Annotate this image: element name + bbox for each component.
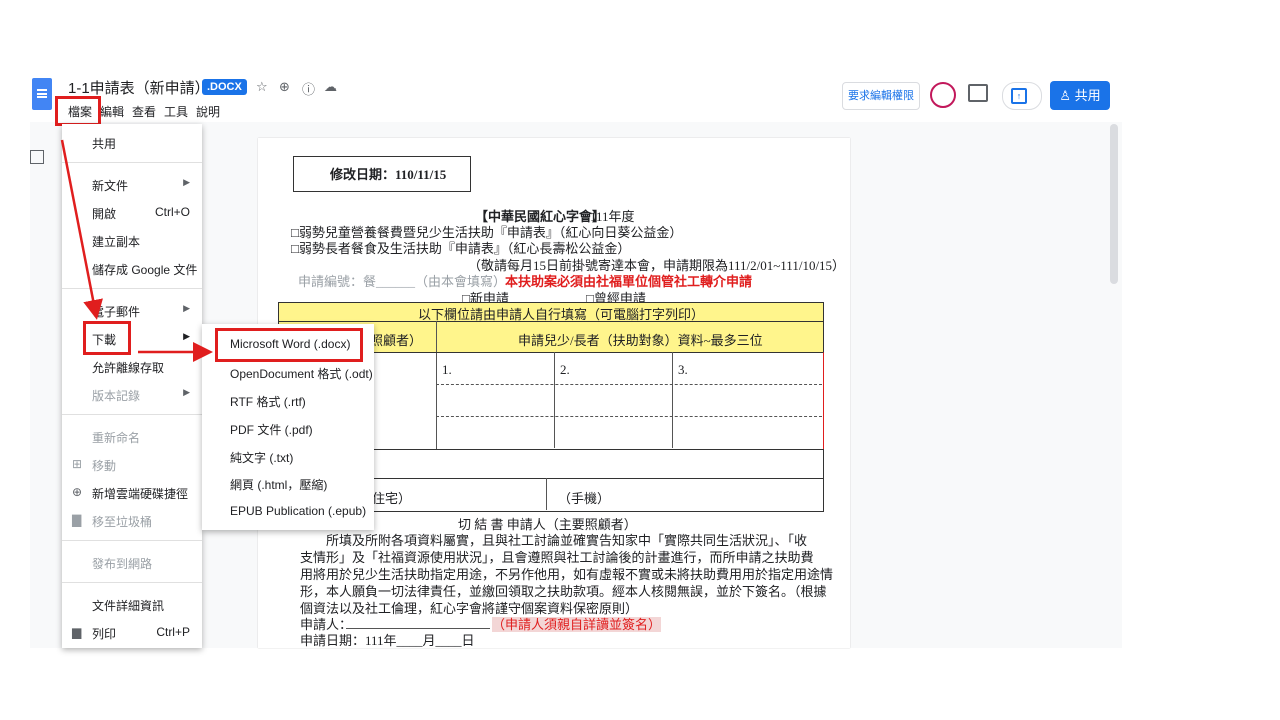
annotation-arrows (60, 139, 213, 362)
arrow-to-download (60, 139, 103, 320)
